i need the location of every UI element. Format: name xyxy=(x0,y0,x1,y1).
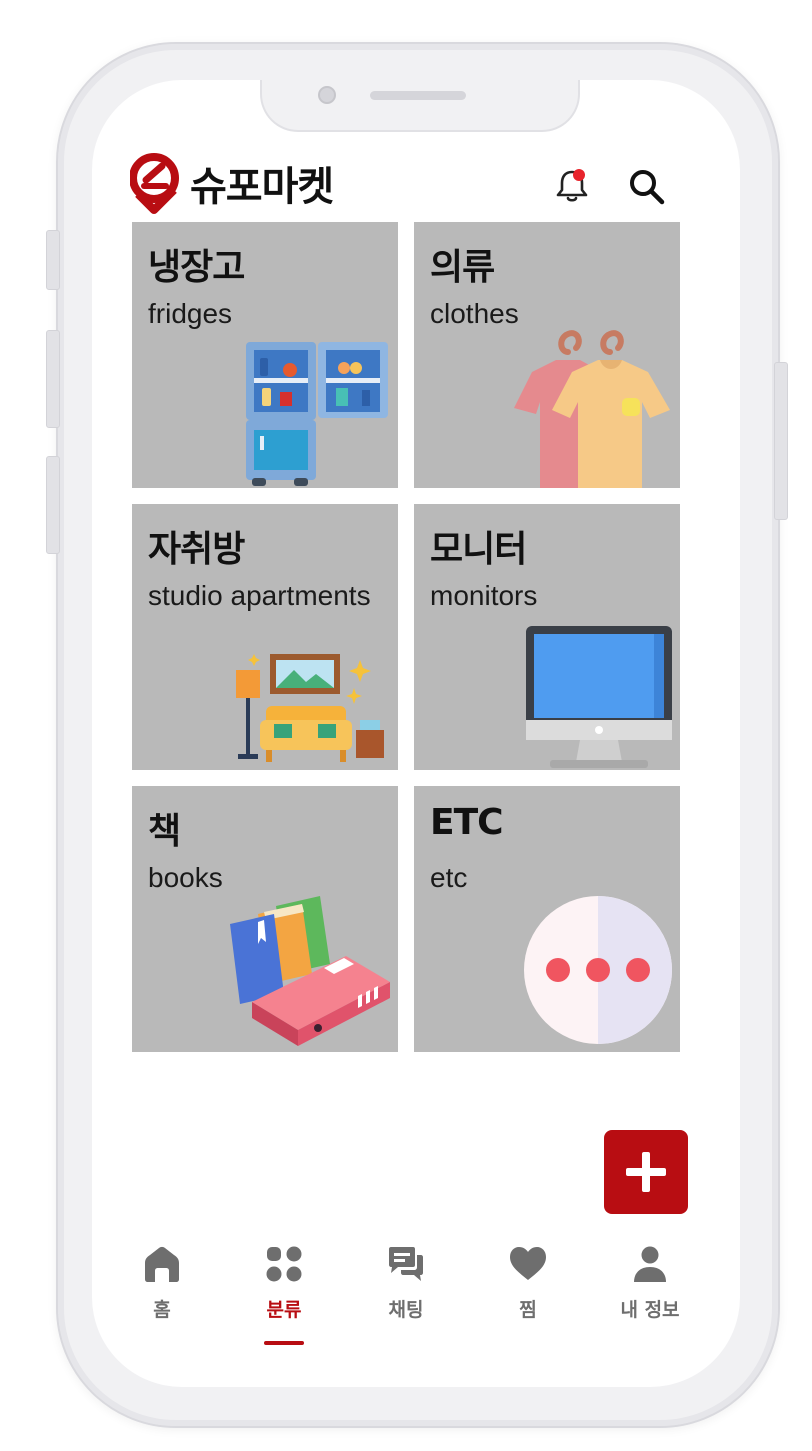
user-icon xyxy=(634,1246,666,1282)
room-illustration-icon xyxy=(236,654,384,762)
home-icon xyxy=(145,1246,179,1282)
phone-side-button xyxy=(46,330,60,428)
search-icon[interactable] xyxy=(626,166,666,206)
category-tile-etc[interactable]: ETC etc xyxy=(414,786,680,1052)
app-header: 슈포마켓 xyxy=(130,150,710,220)
plus-icon xyxy=(626,1152,666,1192)
phone-side-button xyxy=(46,456,60,554)
category-tile-books[interactable]: 책 books xyxy=(132,786,398,1052)
nav-item-my-info[interactable]: 내 정보 xyxy=(600,1245,700,1322)
category-tile-clothes[interactable]: 의류 clothes xyxy=(414,222,680,488)
app-name: 슈포마켓 xyxy=(190,164,334,210)
more-illustration-icon xyxy=(524,896,672,1044)
bottom-nav: 홈 분류 채팅 찜 내 정보 xyxy=(92,1245,740,1345)
bell-icon[interactable] xyxy=(552,166,592,206)
category-title-ko: 자취방 xyxy=(148,529,245,570)
camera-icon xyxy=(318,86,336,104)
category-tile-studio-apartments[interactable]: 자취방 studio apartments xyxy=(132,504,398,770)
heart-icon xyxy=(510,1247,546,1280)
category-title-ko: 냉장고 xyxy=(148,247,245,288)
app-logo[interactable]: 슈포마켓 xyxy=(130,152,334,214)
add-listing-button[interactable] xyxy=(604,1130,688,1214)
category-title-en: studio apartments xyxy=(148,580,371,611)
logo-mark-icon xyxy=(130,153,179,214)
app-screen: 슈포마켓 냉장고 fridges 의류 clothes 자취방 studio a… xyxy=(92,80,740,1387)
category-title-en: fridges xyxy=(148,298,233,329)
nav-label: 분류 xyxy=(266,1299,302,1321)
phone-notch xyxy=(260,80,580,132)
category-title-en: monitors xyxy=(430,580,538,611)
chat-icon xyxy=(389,1247,423,1281)
nav-item-category[interactable]: 분류 xyxy=(234,1245,334,1322)
fridge-illustration-icon xyxy=(246,342,388,486)
monitor-illustration-icon xyxy=(526,626,672,768)
category-title-en: books xyxy=(148,862,223,893)
clothes-illustration-icon xyxy=(514,330,670,488)
nav-active-indicator xyxy=(264,1341,304,1345)
nav-item-home[interactable]: 홈 xyxy=(112,1245,212,1322)
nav-label: 홈 xyxy=(153,1299,171,1321)
nav-label: 채팅 xyxy=(388,1299,424,1321)
nav-label: 찜 xyxy=(519,1299,537,1321)
nav-item-chat[interactable]: 채팅 xyxy=(356,1245,456,1322)
phone-side-button xyxy=(774,362,788,520)
category-tile-monitors[interactable]: 모니터 monitors xyxy=(414,504,680,770)
nav-item-wishlist[interactable]: 찜 xyxy=(478,1245,578,1322)
category-title-en: etc xyxy=(430,862,468,893)
phone-side-button xyxy=(46,230,60,290)
nav-label: 내 정보 xyxy=(620,1299,680,1321)
books-illustration-icon xyxy=(230,896,390,1046)
category-title-ko: 모니터 xyxy=(430,529,527,570)
category-tile-fridges[interactable]: 냉장고 fridges xyxy=(132,222,398,488)
category-title-ko: 의류 xyxy=(430,247,495,288)
category-title-ko: 책 xyxy=(148,811,181,852)
speaker-grille xyxy=(370,91,466,100)
category-title-ko: ETC xyxy=(430,802,504,843)
category-icon xyxy=(266,1246,302,1282)
